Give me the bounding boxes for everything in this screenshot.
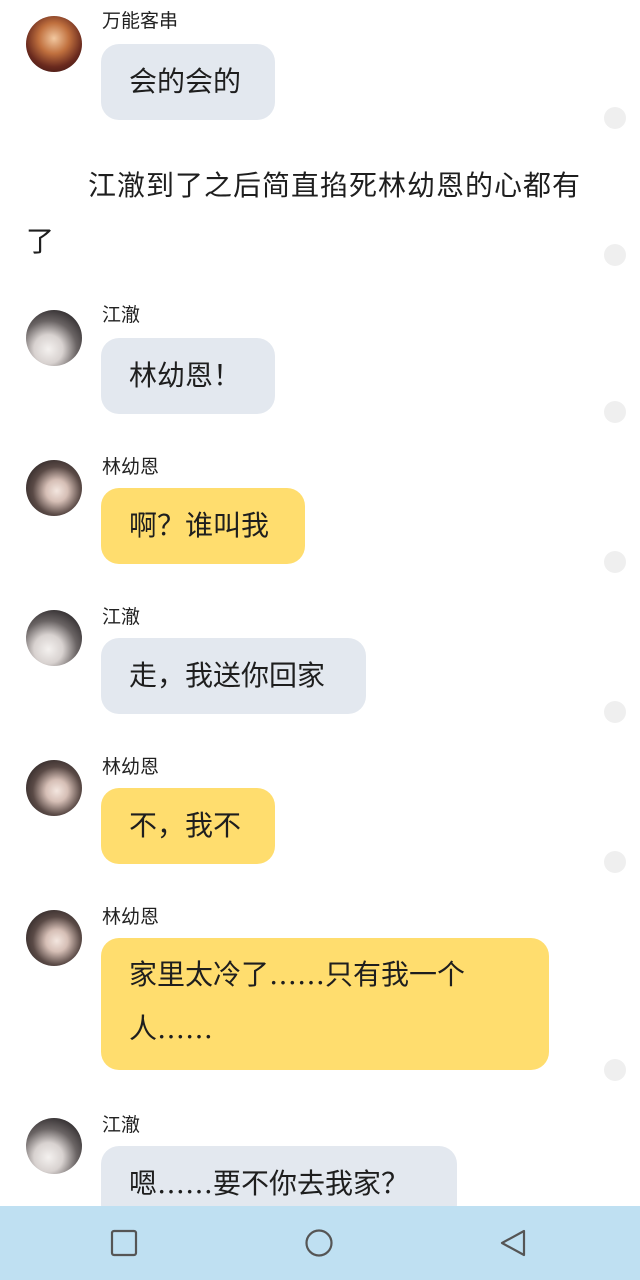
sender-name: 江澈 [102,606,141,628]
message-bubble[interactable]: 不，我不 [101,788,275,864]
message-indicator [604,107,626,129]
sender-name: 江澈 [102,1114,141,1136]
lin-avatar[interactable] [26,460,82,516]
jiangche-avatar[interactable] [26,310,82,366]
back-icon[interactable] [498,1228,528,1258]
narration-text: 江澈到了之后简直掐死林幼恩的心都有了 [26,169,582,258]
message-indicator [604,401,626,423]
recent-apps-icon[interactable] [109,1228,139,1258]
lin-avatar[interactable] [26,910,82,966]
message-indicator [604,244,626,266]
jiangche-avatar[interactable] [26,1118,82,1174]
lin-avatar[interactable] [26,760,82,816]
chat-area[interactable]: 万能客串 会的会的 江澈到了之后简直掐死林幼恩的心都有了 江澈 林幼恩！ 林幼恩… [0,0,640,1206]
wanneng-avatar[interactable] [26,16,82,72]
message-indicator [604,701,626,723]
navigation-bar [0,1206,640,1280]
sender-name: 江澈 [102,304,141,326]
message-bubble[interactable]: 嗯……要不你去我家？ [101,1146,457,1206]
message-bubble[interactable]: 会的会的 [101,44,275,120]
sender-name: 林幼恩 [102,456,160,478]
jiangche-avatar[interactable] [26,610,82,666]
message-bubble[interactable]: 走，我送你回家 [101,638,366,714]
home-icon[interactable] [304,1228,334,1258]
message-indicator [604,851,626,873]
sender-name: 万能客串 [102,10,179,32]
message-bubble[interactable]: 家里太冷了……只有我一个人…… [101,938,549,1070]
message-bubble[interactable]: 啊？谁叫我 [101,488,305,564]
sender-name: 林幼恩 [102,906,160,928]
message-indicator [604,551,626,573]
message-indicator [604,1059,626,1081]
message-bubble[interactable]: 林幼恩！ [101,338,275,414]
sender-name: 林幼恩 [102,756,160,778]
